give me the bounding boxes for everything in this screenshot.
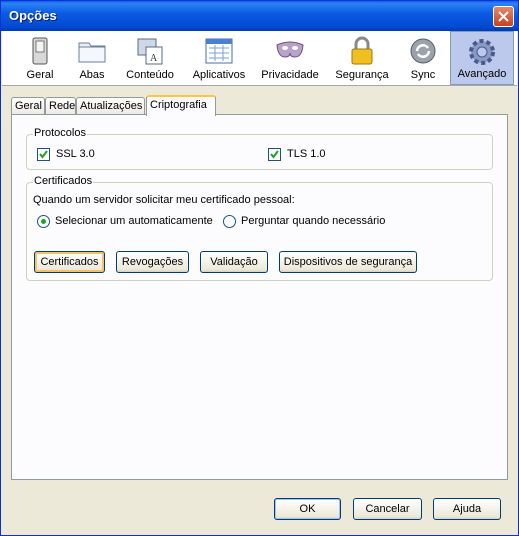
window-title: Opções [9,8,57,23]
close-icon [498,11,509,22]
help-button[interactable]: Ajuda [433,498,501,520]
checkmark-icon [39,150,48,159]
content-icon: A [137,38,163,65]
cancel-button[interactable]: Cancelar [353,498,422,520]
toolbar-item-abas[interactable]: Abas [70,31,114,85]
ask-label[interactable]: Perguntar quando necessário [241,215,385,227]
revocations-button[interactable]: Revogações [116,251,189,273]
checkmark-icon [270,150,279,159]
sync-icon [410,38,436,64]
certificate-question: Quando um servidor solicitar meu certifi… [33,194,295,206]
toolbar-label: Abas [79,69,105,81]
toolbar-item-seguranca[interactable]: Segurança [332,31,392,85]
ssl-label[interactable]: SSL 3.0 [56,148,95,160]
tab-geral[interactable]: Geral [11,97,45,114]
toolbar-label: Aplicativos [192,69,246,81]
toolbar-label: Avançado [457,68,507,80]
switch-icon [32,37,48,65]
tab-criptografia[interactable]: Criptografia [146,95,216,116]
toolbar-item-privacidade[interactable]: Privacidade [258,31,322,85]
applications-icon [205,38,233,64]
tab-atualizacoes[interactable]: Atualizações [76,97,145,114]
security-devices-button[interactable]: Dispositivos de segurança [279,251,417,273]
gear-icon [469,39,495,65]
tls-checkbox[interactable] [268,148,281,161]
svg-text:A: A [150,53,158,64]
padlock-icon [351,36,373,65]
toolbar-item-avancado[interactable]: Avançado [450,31,514,85]
tls-label[interactable]: TLS 1.0 [287,148,326,160]
encryption-panel: Protocolos SSL 3.0 TLS 1.0 Certificados … [11,114,508,480]
toolbar-label: Sync [410,69,436,81]
validation-button[interactable]: Validação [200,251,268,273]
mask-icon [276,41,304,58]
ssl-checkbox[interactable] [37,148,50,161]
close-button[interactable] [493,6,514,27]
toolbar-label: Segurança [335,69,389,81]
protocols-group: Protocolos SSL 3.0 TLS 1.0 [26,127,493,170]
toolbar-label: Privacidade [261,69,319,81]
toolbar-item-sync[interactable]: Sync [402,31,444,85]
certificates-button[interactable]: Certificados [34,251,105,273]
protocols-title: Protocolos [33,127,87,139]
toolbar-item-geral[interactable]: Geral [15,31,65,85]
ask-radio[interactable] [223,215,236,228]
certificates-title: Certificados [33,175,94,187]
auto-select-label[interactable]: Selecionar um automaticamente [55,215,213,227]
toolbar-label: Conteúdo [126,69,174,81]
ok-button[interactable]: OK [274,498,341,520]
tab-rede[interactable]: Rede [45,97,76,114]
options-dialog: Opções Geral Abas A Conteúdo Aplicativos… [0,0,519,536]
toolbar-item-aplicativos[interactable]: Aplicativos [188,31,250,85]
folder-tabs-icon [78,42,106,63]
auto-select-radio[interactable] [37,215,50,228]
toolbar-label: Geral [26,69,54,81]
certificates-group: Certificados Quando um servidor solicita… [26,175,493,281]
toolbar-item-conteudo[interactable]: A Conteúdo [122,31,178,85]
title-bar[interactable]: Opções [1,1,518,31]
preferences-toolbar: Geral Abas A Conteúdo Aplicativos Privac… [2,31,517,86]
